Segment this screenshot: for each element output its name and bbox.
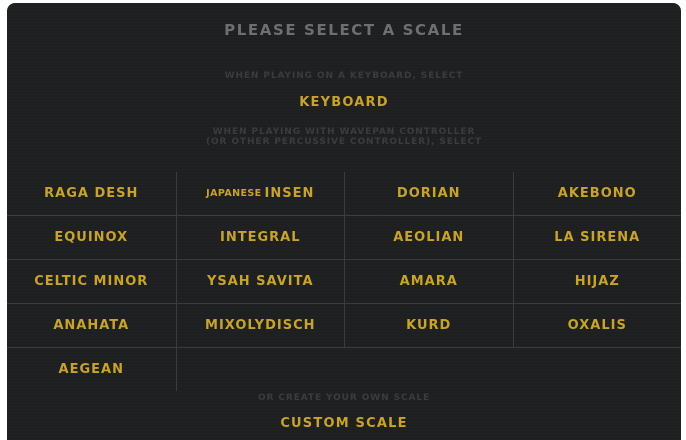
scale-selection-panel: PLEASE SELECT A SCALE WHEN PLAYING ON A … xyxy=(7,3,681,440)
scale-dorian[interactable]: DORIAN xyxy=(344,172,513,215)
scale-japanese-insen-main: INSEN xyxy=(264,186,315,201)
scale-kurd[interactable]: KURD xyxy=(344,304,513,347)
scale-grid: RAGA DESH JAPANESE INSEN DORIAN AKEBONO … xyxy=(7,172,681,391)
scale-ysah-savita[interactable]: YSAH SAVITA xyxy=(175,260,345,303)
scale-celtic-minor[interactable]: CELTIC MINOR xyxy=(7,260,176,303)
scale-amara[interactable]: AMARA xyxy=(344,260,513,303)
custom-scale-button[interactable]: CUSTOM SCALE xyxy=(7,416,681,431)
scale-la-sirena[interactable]: LA SIRENA xyxy=(512,216,682,259)
scale-row: EQUINOX INTEGRAL AEOLIAN LA SIRENA xyxy=(7,215,681,259)
scale-aegean[interactable]: AEGEAN xyxy=(7,348,176,391)
scale-equinox[interactable]: EQUINOX xyxy=(7,216,176,259)
empty-cell xyxy=(175,348,345,391)
panel-title: PLEASE SELECT A SCALE xyxy=(224,21,464,39)
scale-japanese-insen[interactable]: JAPANESE INSEN xyxy=(175,172,345,215)
scale-anahata[interactable]: ANAHATA xyxy=(7,304,176,347)
scale-mixolydisch[interactable]: MIXOLYDISCH xyxy=(175,304,345,347)
wavepan-hint-line1: WHEN PLAYING WITH WAVEPAN CONTROLLER xyxy=(212,127,476,137)
scale-row: CELTIC MINOR YSAH SAVITA AMARA HIJAZ xyxy=(7,259,681,303)
custom-hint: OR CREATE YOUR OWN SCALE xyxy=(257,393,431,403)
scale-raga-desh[interactable]: RAGA DESH xyxy=(7,172,176,215)
scale-japanese-insen-prefix: JAPANESE xyxy=(206,188,262,199)
scale-aeolian[interactable]: AEOLIAN xyxy=(344,216,513,259)
keyboard-hint: WHEN PLAYING ON A KEYBOARD, SELECT xyxy=(224,71,464,81)
scale-oxalis[interactable]: OXALIS xyxy=(512,304,682,347)
scale-akebono[interactable]: AKEBONO xyxy=(512,172,682,215)
scale-row: ANAHATA MIXOLYDISCH KURD OXALIS xyxy=(7,303,681,347)
keyboard-scale-button[interactable]: KEYBOARD xyxy=(7,95,681,110)
scale-row: RAGA DESH JAPANESE INSEN DORIAN AKEBONO xyxy=(7,172,681,215)
scale-row: AEGEAN xyxy=(7,347,681,391)
scale-integral[interactable]: INTEGRAL xyxy=(175,216,345,259)
wavepan-hint-line2: (OR OTHER PERCUSSIVE CONTROLLER), SELECT xyxy=(205,137,483,147)
scale-hijaz[interactable]: HIJAZ xyxy=(512,260,682,303)
